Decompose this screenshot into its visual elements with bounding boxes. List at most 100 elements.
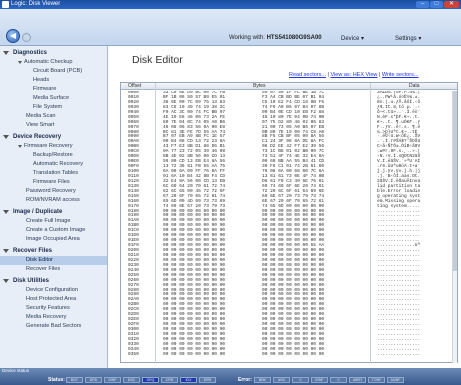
expand-triangle-icon[interactable]: [18, 145, 22, 148]
sidebar-group-label: Device Recovery: [13, 134, 62, 140]
sidebar-item[interactable]: Backup/Restore: [0, 151, 107, 160]
sidebar-item-label: Generate Bad Sectors: [26, 323, 82, 329]
sidebar-item-label: Firmware: [33, 86, 57, 92]
vertical-scrollbar[interactable]: [452, 91, 457, 363]
status-led: 0: [292, 377, 309, 383]
sidebar-item-label: Media Recovery: [26, 314, 67, 320]
sidebar-item[interactable]: Firmware Files: [0, 178, 107, 187]
working-with-device: HTS541080G9SA00: [266, 35, 322, 41]
sidebar-group-header[interactable]: Device Recovery: [0, 132, 107, 142]
col-bytes-header: Bytes: [253, 83, 266, 89]
sidebar-item[interactable]: File System: [0, 103, 107, 112]
sidebar-item-label: Security Features: [26, 305, 70, 311]
sidebar-item[interactable]: Device Configuration: [0, 286, 107, 295]
sidebar-item-label: Media Surface: [33, 95, 70, 101]
sidebar-item[interactable]: Media Scan: [0, 112, 107, 121]
expand-triangle-icon[interactable]: [3, 210, 9, 214]
sidebar-item[interactable]: Firmware: [0, 85, 107, 94]
view-as-link[interactable]: View as: HEX View: [331, 72, 378, 78]
sidebar-item-label: ROM/NVRAM access: [26, 197, 80, 203]
status-led: UNC: [273, 377, 290, 383]
col-data-header: Data: [409, 83, 420, 89]
sidebar-item-label: Image Occupied Area: [26, 236, 80, 242]
sidebar-item[interactable]: Disk Editor: [0, 256, 107, 265]
expand-triangle-icon[interactable]: [3, 51, 9, 55]
expand-triangle-icon[interactable]: [3, 135, 9, 139]
back-arrow-icon: ◀: [9, 31, 17, 40]
read-sectors-link[interactable]: Read sectors...: [289, 72, 326, 78]
sidebar-item-label: Backup/Restore: [33, 152, 73, 158]
status-led: DRQ: [142, 377, 159, 383]
sidebar-item-label: Circuit Board (PCB): [33, 68, 83, 74]
hex-view-panel[interactable]: Offset Bytes Data 0000 33 C0 8E D0 BC 00 …: [120, 82, 458, 363]
sidebar-item[interactable]: Security Features: [0, 304, 107, 313]
sidebar-item[interactable]: Create Full Image: [0, 217, 107, 226]
status-led: BSY: [66, 377, 83, 383]
sidebar-item[interactable]: ROM/NVRAM access: [0, 196, 107, 205]
maximize-button[interactable]: □: [430, 1, 443, 8]
sidebar-group-header[interactable]: Diagnostics: [0, 48, 107, 58]
expand-triangle-icon[interactable]: [18, 61, 22, 64]
working-with-label: Working with: HTS541080G9SA00: [229, 35, 322, 41]
sidebar-item[interactable]: Automatic Recovery: [0, 160, 107, 169]
close-button[interactable]: ✕: [444, 1, 459, 8]
sidebar: Diagnostics Automatic Checkup Circuit Boar…: [0, 46, 108, 368]
sidebar-group-header[interactable]: Image / Duplicate: [0, 207, 107, 217]
col-offset-header: Offset: [128, 83, 142, 89]
sidebar-item[interactable]: Generate Bad Sectors: [0, 322, 107, 331]
minimize-button[interactable]: –: [416, 1, 429, 8]
sidebar-item[interactable]: Heads: [0, 76, 107, 85]
sidebar-item[interactable]: Firmware Recovery: [0, 142, 107, 151]
sidebar-item[interactable]: Media Surface: [0, 94, 107, 103]
expand-triangle-icon[interactable]: [3, 279, 9, 283]
error-label: Error:: [238, 377, 252, 383]
sidebar-item-label: Heads: [33, 77, 50, 83]
back-button[interactable]: ◀: [6, 29, 20, 43]
sidebar-item-label: Automatic Recovery: [33, 161, 84, 167]
sidebar-group-label: Disk Utilities: [13, 278, 50, 284]
status-led: CRR: [161, 377, 178, 383]
title-bar: Logic: Disk Viewer – □ ✕: [0, 0, 461, 9]
status-label: Status:: [48, 377, 65, 383]
write-sectors-link[interactable]: Write sectors...: [382, 72, 419, 78]
sidebar-item-label: View Smart: [26, 122, 55, 128]
sidebar-item-label: Device Configuration: [26, 287, 78, 293]
device-menu[interactable]: Device ▾: [341, 35, 364, 42]
sidebar-item[interactable]: Media Recovery: [0, 313, 107, 322]
action-links: Read sectors... | View as: HEX View | Wr…: [289, 72, 418, 78]
sidebar-item[interactable]: Translation Tables: [0, 169, 107, 178]
working-with-caption: Working with:: [229, 35, 265, 41]
sidebar-item-label: Disk Editor: [26, 257, 54, 263]
sidebar-item[interactable]: Password Recovery: [0, 187, 107, 196]
status-led: 0: [330, 377, 347, 383]
sidebar-group-label: Image / Duplicate: [13, 209, 63, 215]
status-led: IDX: [180, 377, 197, 383]
sidebar-item-label: Firmware Recovery: [24, 143, 73, 149]
sidebar-item-label: Password Recovery: [26, 188, 76, 194]
sidebar-group-header[interactable]: Disk Utilities: [0, 276, 107, 286]
sidebar-item-label: Recover Files: [26, 266, 61, 272]
link-separator: |: [378, 72, 381, 78]
hex-row[interactable]: 0350 00 00 00 00 00 00 00 00 00 00 00 00 0…: [121, 351, 457, 358]
forward-button[interactable]: [22, 33, 31, 42]
status-led: ERR: [199, 377, 216, 383]
settings-menu[interactable]: Settings ▾: [395, 35, 421, 42]
link-separator: |: [327, 72, 329, 78]
sidebar-item-label: Create Full Image: [26, 218, 71, 224]
sidebar-group-label: Diagnostics: [13, 50, 48, 56]
status-led: TONF: [368, 377, 385, 383]
hex-ascii: ................: [377, 351, 421, 357]
sidebar-item[interactable]: Image Occupied Area: [0, 235, 107, 244]
scrollbar-thumb[interactable]: [453, 91, 457, 271]
expand-triangle-icon[interactable]: [3, 249, 9, 253]
sidebar-item[interactable]: Host Protected Area: [0, 295, 107, 304]
sidebar-item[interactable]: Circuit Board (PCB): [0, 67, 107, 76]
sidebar-group-header[interactable]: Recover Files: [0, 246, 107, 256]
sidebar-item[interactable]: Create a Custom Image: [0, 226, 107, 235]
toolbar: ◀ Working with: HTS541080G9SA00 Device ▾…: [0, 9, 461, 46]
status-led: IDNF: [311, 377, 328, 383]
sidebar-item[interactable]: Recover Files: [0, 265, 107, 274]
sidebar-item-label: Translation Tables: [33, 170, 79, 176]
sidebar-item[interactable]: Automatic Checkup: [0, 58, 107, 67]
sidebar-item[interactable]: View Smart: [0, 121, 107, 130]
